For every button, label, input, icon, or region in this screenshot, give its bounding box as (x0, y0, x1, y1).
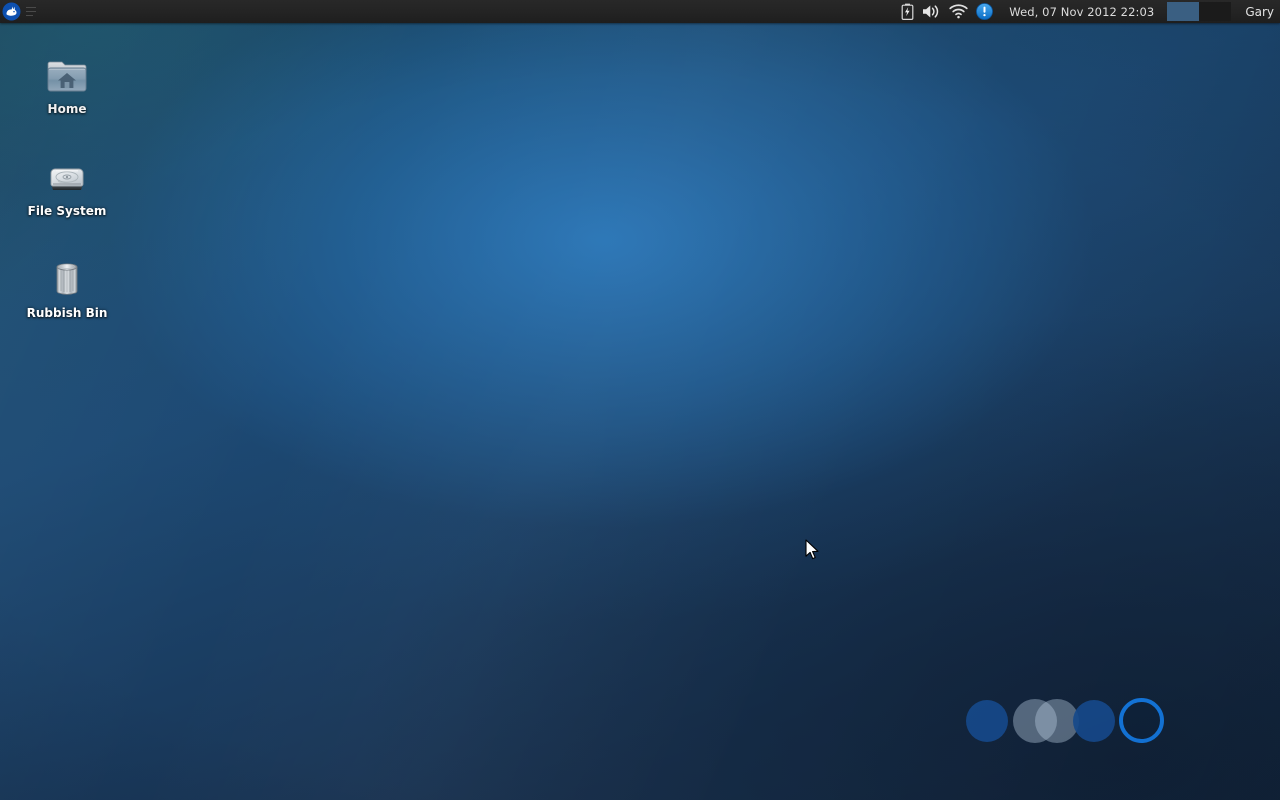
workspace-1[interactable] (1167, 2, 1199, 21)
info-alert-icon[interactable] (972, 0, 997, 23)
workspace-2[interactable] (1199, 2, 1231, 21)
battery-charging-icon[interactable] (897, 0, 918, 23)
trash-can-icon (12, 252, 122, 300)
panel-left-section (0, 0, 39, 23)
logo-circle-solid-1 (966, 700, 1008, 742)
wifi-signal-icon[interactable] (945, 0, 972, 23)
desktop-icon-filesystem[interactable]: File System (12, 150, 122, 218)
xubuntu-mouse-icon[interactable] (0, 0, 23, 23)
mouse-cursor (805, 539, 821, 563)
speaker-volume-icon[interactable] (918, 0, 945, 23)
desktop-icon-label-trash: Rubbish Bin (12, 306, 122, 320)
applications-menu-icon[interactable] (23, 0, 39, 23)
desktop-background[interactable]: Home (0, 0, 1280, 800)
home-folder-icon (12, 48, 122, 96)
system-tray: Wed, 07 Nov 2012 22:03 Gary (897, 0, 1280, 23)
desktop-icon-home[interactable]: Home (12, 48, 122, 116)
logo-circle-solid-2 (1073, 700, 1115, 742)
desktop-icon-label-home: Home (12, 102, 122, 116)
desktop-icon-trash[interactable]: Rubbish Bin (12, 252, 122, 320)
clock[interactable]: Wed, 07 Nov 2012 22:03 (997, 5, 1163, 19)
hard-drive-icon (12, 150, 122, 198)
logo-circle-ring (1119, 698, 1164, 743)
wallpaper-logo-circles (960, 700, 1170, 756)
desktop-icon-label-filesystem: File System (12, 204, 122, 218)
user-menu[interactable]: Gary (1235, 5, 1280, 19)
top-panel: Wed, 07 Nov 2012 22:03 Gary (0, 0, 1280, 23)
workspace-switcher[interactable] (1163, 0, 1235, 23)
